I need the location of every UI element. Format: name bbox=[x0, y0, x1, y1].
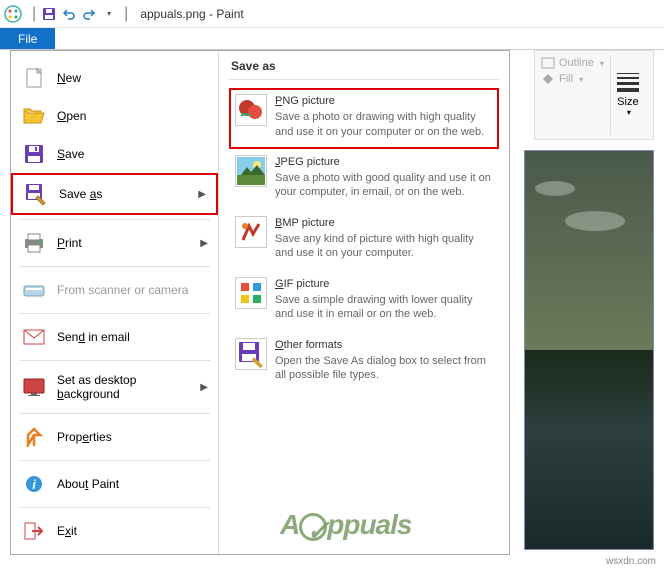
properties-icon bbox=[21, 426, 47, 448]
submenu-arrow-icon: ▶ bbox=[200, 382, 208, 393]
fill-dropdown[interactable]: Fill▾ bbox=[541, 71, 604, 87]
save-as-bmp[interactable]: BMP picture Save any kind of picture wit… bbox=[229, 210, 499, 271]
menu-label: Set as desktop background bbox=[57, 373, 200, 401]
submenu-text: BMP picture Save any kind of picture wit… bbox=[275, 216, 493, 261]
save-as-other[interactable]: Other formats Open the Save As dialog bo… bbox=[229, 332, 499, 393]
separator: | bbox=[32, 5, 36, 23]
menu-label: Exit bbox=[57, 524, 208, 538]
separator: | bbox=[124, 5, 128, 23]
file-tab[interactable]: File bbox=[0, 28, 55, 49]
png-icon bbox=[235, 94, 267, 126]
scanner-icon bbox=[21, 279, 47, 301]
save-as-gif[interactable]: GIF picture Save a simple drawing with l… bbox=[229, 271, 499, 332]
menu-scanner: From scanner or camera bbox=[11, 271, 218, 309]
quick-access-toolbar: ▾ | bbox=[40, 5, 132, 23]
submenu-text: PNG picture Save a photo or drawing with… bbox=[275, 94, 493, 139]
menu-label: Open bbox=[57, 109, 208, 123]
email-icon bbox=[21, 326, 47, 348]
new-icon bbox=[21, 67, 47, 89]
menu-label: From scanner or camera bbox=[57, 283, 208, 297]
qat-dropdown-icon[interactable]: ▾ bbox=[100, 5, 118, 23]
paint-logo-icon bbox=[4, 5, 22, 23]
menu-label: Save bbox=[57, 147, 208, 161]
outline-dropdown[interactable]: Outline▾ bbox=[541, 55, 604, 71]
submenu-title: Save as bbox=[229, 59, 499, 73]
menu-label: New bbox=[57, 71, 208, 85]
menu-send-email[interactable]: Send in email bbox=[11, 318, 218, 356]
exit-icon bbox=[21, 520, 47, 542]
title-bar: | ▾ | appuals.png - Paint bbox=[0, 0, 664, 28]
separator bbox=[19, 313, 210, 314]
menu-new[interactable]: New bbox=[11, 59, 218, 97]
menu-label: Properties bbox=[57, 430, 208, 444]
save-icon[interactable] bbox=[40, 5, 58, 23]
menu-save[interactable]: Save bbox=[11, 135, 218, 173]
fill-icon bbox=[541, 73, 555, 85]
menu-save-as[interactable]: Save as ▶ bbox=[11, 173, 218, 215]
footer-text: wsxdn.com bbox=[606, 556, 656, 567]
submenu-text: Other formats Open the Save As dialog bo… bbox=[275, 338, 493, 383]
ribbon-tabs: File bbox=[0, 28, 664, 50]
window-title: appuals.png - Paint bbox=[140, 7, 243, 21]
separator bbox=[19, 507, 210, 508]
size-dropdown[interactable]: Size ▾ bbox=[611, 51, 645, 139]
separator bbox=[19, 266, 210, 267]
menu-desktop-background[interactable]: Set as desktop background ▶ bbox=[11, 365, 218, 409]
save-as-icon bbox=[23, 183, 49, 205]
print-icon bbox=[21, 232, 47, 254]
redo-icon[interactable] bbox=[80, 5, 98, 23]
canvas-image bbox=[524, 150, 654, 550]
menu-properties[interactable]: Properties bbox=[11, 418, 218, 456]
menu-about[interactable]: i About Paint bbox=[11, 465, 218, 503]
ribbon-shape-group: Outline▾ Fill▾ Size ▾ bbox=[534, 50, 654, 140]
separator bbox=[19, 460, 210, 461]
svg-text:i: i bbox=[32, 477, 36, 492]
file-backstage: New Open Save Save as ▶ bbox=[10, 50, 510, 555]
menu-label: Print bbox=[57, 236, 200, 250]
save-as-jpeg[interactable]: JPEG picture Save a photo with good qual… bbox=[229, 149, 499, 210]
separator bbox=[229, 79, 499, 80]
submenu-arrow-icon: ▶ bbox=[200, 238, 208, 249]
submenu-arrow-icon: ▶ bbox=[198, 189, 206, 200]
size-icon bbox=[617, 73, 639, 92]
separator bbox=[19, 413, 210, 414]
gif-icon bbox=[235, 277, 267, 309]
menu-label: About Paint bbox=[57, 477, 208, 491]
save-as-png[interactable]: PNG picture Save a photo or drawing with… bbox=[229, 88, 499, 149]
submenu-text: JPEG picture Save a photo with good qual… bbox=[275, 155, 493, 200]
outline-icon bbox=[541, 57, 555, 69]
file-menu-left: New Open Save Save as ▶ bbox=[11, 51, 219, 554]
menu-exit[interactable]: Exit bbox=[11, 512, 218, 550]
about-icon: i bbox=[21, 473, 47, 495]
bmp-icon bbox=[235, 216, 267, 248]
submenu-text: GIF picture Save a simple drawing with l… bbox=[275, 277, 493, 322]
separator bbox=[19, 219, 210, 220]
jpeg-icon bbox=[235, 155, 267, 187]
save-icon bbox=[21, 143, 47, 165]
menu-label: Save as bbox=[59, 187, 198, 201]
menu-label: Send in email bbox=[57, 330, 208, 344]
menu-open[interactable]: Open bbox=[11, 97, 218, 135]
menu-print[interactable]: Print ▶ bbox=[11, 224, 218, 262]
save-as-submenu: Save as PNG picture Save a photo or draw… bbox=[219, 51, 509, 554]
desktop-icon bbox=[21, 376, 47, 398]
other-formats-icon bbox=[235, 338, 267, 370]
separator bbox=[19, 360, 210, 361]
open-icon bbox=[21, 105, 47, 127]
undo-icon[interactable] bbox=[60, 5, 78, 23]
